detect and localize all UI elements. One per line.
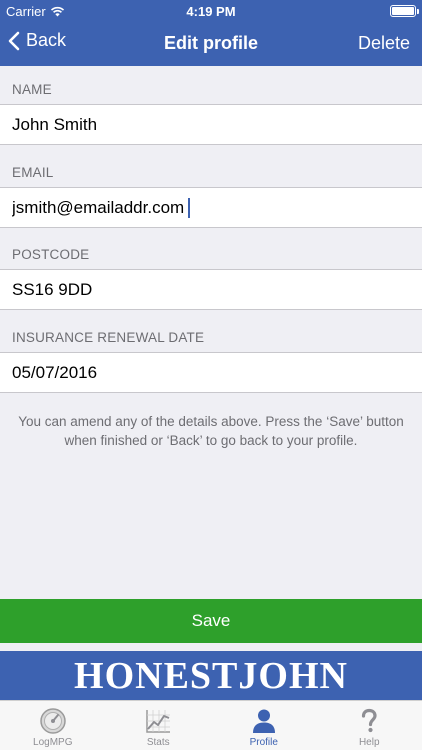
name-field[interactable] xyxy=(0,105,422,144)
postcode-field[interactable] xyxy=(0,270,422,309)
email-label: EMAIL xyxy=(12,165,54,180)
help-text: You can amend any of the details above. … xyxy=(18,414,404,448)
header: Carrier 4:19 PM Back Edit profile Delete xyxy=(0,0,422,66)
status-time: 4:19 PM xyxy=(186,4,236,19)
email-field[interactable] xyxy=(0,188,422,227)
name-label: NAME xyxy=(12,82,52,97)
text-caret xyxy=(188,198,190,218)
person-icon xyxy=(250,706,278,736)
tab-label-logmpg: LogMPG xyxy=(33,737,73,748)
tab-help[interactable]: Help xyxy=(317,701,422,750)
email-field-row xyxy=(0,187,422,228)
tab-logmpg[interactable]: LogMPG xyxy=(0,701,106,750)
renewal-date-label: INSURANCE RENEWAL DATE xyxy=(12,330,205,345)
name-field-row xyxy=(0,104,422,145)
save-button[interactable]: Save xyxy=(0,599,422,643)
delete-button[interactable]: Delete xyxy=(358,33,410,54)
brand-logo: HONESTJOHN xyxy=(74,654,348,697)
renewal-date-field-row xyxy=(0,352,422,393)
tab-label-profile: Profile xyxy=(249,737,278,748)
navigation-bar: Back Edit profile Delete xyxy=(0,22,422,66)
postcode-field-row xyxy=(0,269,422,310)
status-bar: Carrier 4:19 PM xyxy=(0,0,422,22)
postcode-label: POSTCODE xyxy=(12,247,90,262)
tab-bar: LogMPG Stats Profile Help xyxy=(0,700,422,750)
tab-label-help: Help xyxy=(358,737,380,748)
gauge-icon xyxy=(39,706,67,736)
renewal-date-field[interactable] xyxy=(0,353,422,392)
tab-stats[interactable]: Stats xyxy=(106,701,212,750)
tab-label-stats: Stats xyxy=(146,737,170,748)
tab-profile[interactable]: Profile xyxy=(211,701,317,750)
chart-icon xyxy=(144,706,172,736)
brand-banner: HONESTJOHN xyxy=(0,651,422,700)
question-icon xyxy=(355,706,383,736)
battery-icon xyxy=(390,5,419,17)
